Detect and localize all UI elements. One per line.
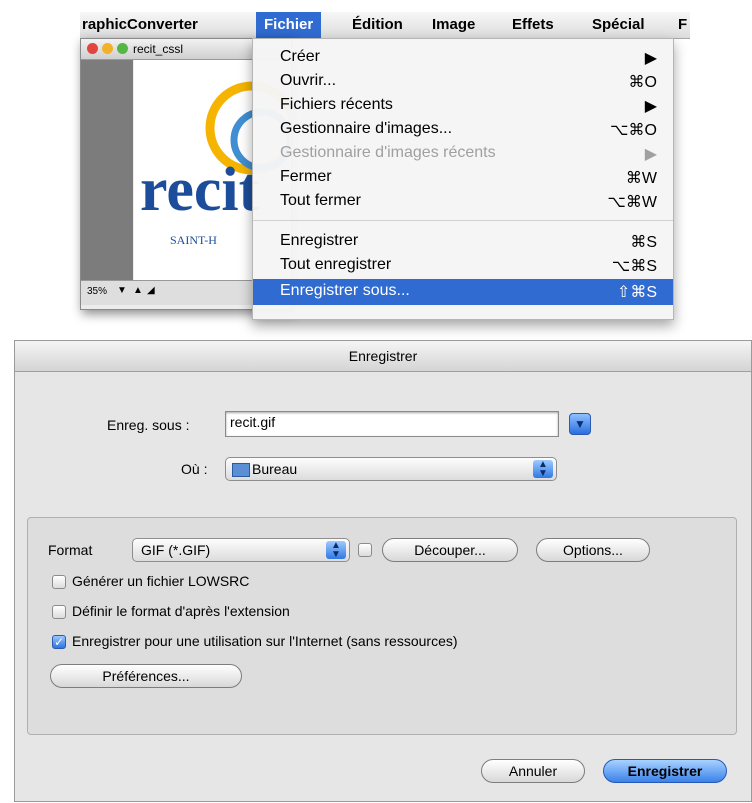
submenu-arrow-icon: ▶ <box>644 50 657 67</box>
document-title: recit_cssl <box>133 42 184 56</box>
crop-button[interactable]: Découper... <box>382 538 518 562</box>
format-popup[interactable]: GIF (*.GIF) ▲ ▼ <box>132 538 350 562</box>
checkmark-icon: ✓ <box>53 635 65 649</box>
menu-shortcut: ⌥⌘W <box>607 194 657 211</box>
menu-item-enregistrer-sous[interactable]: Enregistrer sous... ⇧⌘S <box>253 279 673 305</box>
menu-item-creer[interactable]: Créer ▶ <box>253 45 673 69</box>
popup-arrows-icon: ▲ ▼ <box>533 460 553 479</box>
menu-shortcut: ⇧⌘S <box>616 284 657 301</box>
format-from-extension-label: Définir le format d'après l'extension <box>72 603 290 619</box>
logo-subtext: SAINT-H <box>170 233 217 247</box>
menu-item-label: Enregistrer <box>280 232 359 249</box>
zoom-dropdown-icon[interactable]: ▼ <box>117 285 127 296</box>
expand-dialog-button[interactable]: ▼ <box>569 413 591 435</box>
menu-item-gestionnaire-images[interactable]: Gestionnaire d'images... ⌥⌘O <box>253 117 673 141</box>
menu-item-label: Tout enregistrer <box>280 256 392 273</box>
format-label: Format <box>48 542 93 558</box>
submenu-arrow-icon: ▶ <box>644 146 657 163</box>
internet-use-checkbox[interactable]: ✓ <box>52 635 66 649</box>
menu-special[interactable]: Spécial <box>592 16 645 33</box>
menu-shortcut: ⌥⌘S <box>611 258 657 275</box>
menu-item-gestionnaire-images-recents: Gestionnaire d'images récents ▶ <box>253 141 673 165</box>
menu-effets[interactable]: Effets <box>512 16 554 33</box>
zoom-in-icon[interactable]: ▲ <box>133 285 143 296</box>
location-popup[interactable]: Bureau ▲ ▼ <box>225 457 557 481</box>
menu-item-enregistrer[interactable]: Enregistrer ⌘S <box>253 229 673 253</box>
menu-item-label: Ouvrir... <box>280 72 337 89</box>
menu-item-label: Enregistrer sous... <box>280 282 410 299</box>
close-window-icon[interactable] <box>87 43 98 54</box>
menu-item-tout-fermer[interactable]: Tout fermer ⌥⌘W <box>253 189 673 213</box>
location-value: Bureau <box>252 461 298 477</box>
submenu-arrow-icon: ▶ <box>644 98 657 115</box>
zoom-tool-icon[interactable]: ◢ <box>147 285 155 296</box>
menu-fichier[interactable]: Fichier <box>256 12 322 38</box>
format-extra-checkbox[interactable] <box>358 543 372 557</box>
menu-separator <box>253 220 673 221</box>
internet-use-label: Enregistrer pour une utilisation sur l'I… <box>72 633 458 649</box>
graphicconverter-menu-screenshot: raphicConverter Fichier Édition Image Ef… <box>80 12 690 328</box>
menu-bar: raphicConverter Fichier Édition Image Ef… <box>80 12 690 39</box>
logo-text: recit <box>140 156 260 224</box>
menu-item-tout-enregistrer[interactable]: Tout enregistrer ⌥⌘S <box>253 253 673 277</box>
menu-item-fermer[interactable]: Fermer ⌘W <box>253 165 673 189</box>
document-sidebar <box>81 60 133 280</box>
format-from-extension-checkbox[interactable] <box>52 605 66 619</box>
save-button[interactable]: Enregistrer <box>603 759 727 783</box>
chevron-down-icon: ▼ <box>574 417 586 431</box>
menu-item-label: Créer <box>280 48 321 65</box>
cancel-button[interactable]: Annuler <box>481 759 585 783</box>
menu-item-label: Fichiers récents <box>280 96 393 113</box>
lowsrc-label: Générer un fichier LOWSRC <box>72 573 250 589</box>
save-dialog: Enregistrer Enreg. sous : recit.gif ▼ Où… <box>14 340 752 802</box>
fichier-menu: Créer ▶ Ouvrir... ⌘O Fichiers récents ▶ … <box>252 38 674 320</box>
preferences-button[interactable]: Préférences... <box>50 664 242 688</box>
popup-arrows-icon: ▲ ▼ <box>326 541 346 560</box>
menu-item-label: Tout fermer <box>280 192 361 209</box>
filename-input[interactable]: recit.gif <box>225 411 559 437</box>
menu-item-label: Gestionnaire d'images récents <box>280 144 496 161</box>
menu-item-ouvrir[interactable]: Ouvrir... ⌘O <box>253 69 673 93</box>
minimize-window-icon[interactable] <box>102 43 113 54</box>
menu-shortcut: ⌘O <box>628 74 657 91</box>
menu-image[interactable]: Image <box>432 16 475 33</box>
menu-shortcut: ⌘S <box>630 234 657 251</box>
options-button[interactable]: Options... <box>536 538 650 562</box>
where-label: Où : <box>181 461 208 477</box>
format-value: GIF (*.GIF) <box>141 542 211 558</box>
menu-item-label: Fermer <box>280 168 332 185</box>
format-options-group: Format GIF (*.GIF) ▲ ▼ Découper... Option… <box>27 517 737 735</box>
dialog-title: Enregistrer <box>15 341 751 372</box>
menu-f[interactable]: F <box>678 16 687 33</box>
menu-item-label: Gestionnaire d'images... <box>280 120 453 137</box>
menu-edition[interactable]: Édition <box>352 16 403 33</box>
app-menu[interactable]: raphicConverter <box>82 16 198 33</box>
save-as-label: Enreg. sous : <box>107 417 190 433</box>
desktop-folder-icon <box>232 463 250 477</box>
lowsrc-checkbox[interactable] <box>52 575 66 589</box>
zoom-level[interactable]: 35% <box>87 286 107 297</box>
menu-item-fichiers-recents[interactable]: Fichiers récents ▶ <box>253 93 673 117</box>
menu-shortcut: ⌥⌘O <box>610 122 657 139</box>
zoom-window-icon[interactable] <box>117 43 128 54</box>
menu-shortcut: ⌘W <box>625 170 657 187</box>
